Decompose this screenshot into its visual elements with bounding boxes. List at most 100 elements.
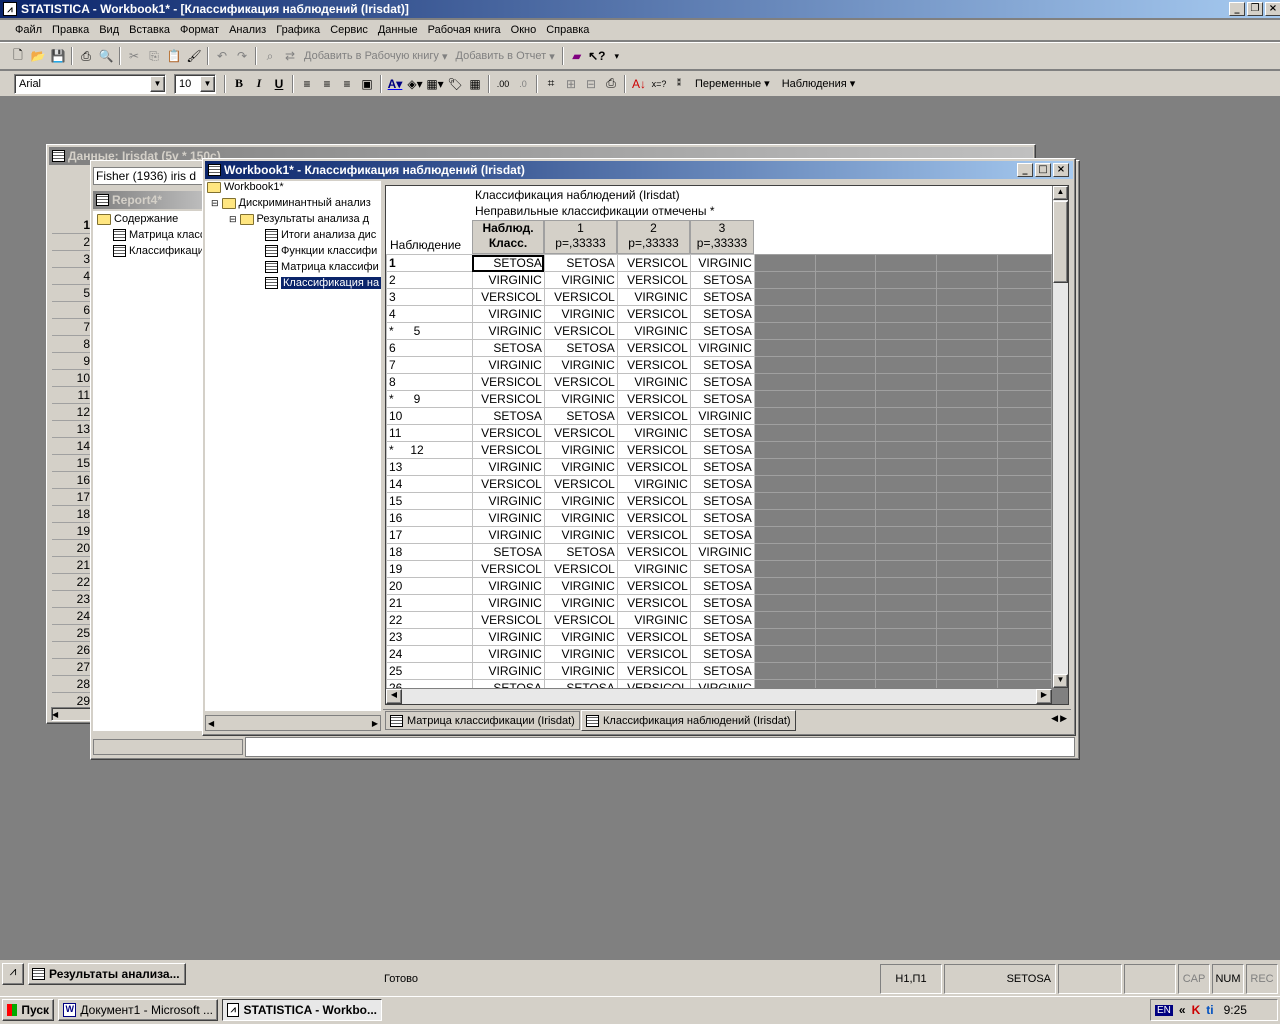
menu-workbook[interactable]: Рабочая книга xyxy=(423,24,506,36)
col-header-1[interactable]: 1 p=,33333 xyxy=(544,220,617,254)
empty-cell[interactable] xyxy=(753,339,816,357)
row-label[interactable]: 25 xyxy=(386,662,473,680)
table-cell[interactable]: VIRGINIC xyxy=(543,628,618,646)
table-cell[interactable]: VERSICOL xyxy=(616,509,691,527)
spreadsheet[interactable]: Наблюдение Классификация наблюдений (Iri… xyxy=(385,185,1069,705)
tree-summary[interactable]: Итоги анализа дис xyxy=(265,229,376,241)
empty-cell[interactable] xyxy=(814,560,877,578)
empty-cell[interactable] xyxy=(875,441,938,459)
row-label[interactable]: 13 xyxy=(386,458,473,476)
data-row-header[interactable]: 4 xyxy=(52,268,94,285)
empty-cell[interactable] xyxy=(997,611,1052,629)
row-label[interactable]: 1 xyxy=(386,254,473,272)
table-cell[interactable]: SETOSA xyxy=(689,322,755,340)
data-row-header[interactable]: 2 xyxy=(52,234,94,251)
tree-classification-selected[interactable]: Классификация на xyxy=(265,277,382,289)
empty-cell[interactable] xyxy=(997,441,1052,459)
empty-cell[interactable] xyxy=(936,458,999,476)
empty-cell[interactable] xyxy=(875,662,938,680)
empty-cell[interactable] xyxy=(753,271,816,289)
data-row-header[interactable]: 11 xyxy=(52,387,94,404)
row-label[interactable]: 11 xyxy=(386,424,473,442)
table-cell[interactable]: SETOSA xyxy=(689,560,755,578)
collapse-icon[interactable]: ⊟ xyxy=(211,198,219,209)
data-row-header[interactable]: 26 xyxy=(52,642,94,659)
tree-functions[interactable]: Функции классифи xyxy=(265,245,377,257)
empty-cell[interactable] xyxy=(814,407,877,425)
data-row-header[interactable]: 8 xyxy=(52,336,94,353)
table-cell[interactable]: SETOSA xyxy=(471,339,545,357)
minimize-button[interactable]: _ xyxy=(1229,2,1245,16)
table-cell[interactable]: VERSICOL xyxy=(471,390,545,408)
table-cell[interactable]: VIRGINIC xyxy=(543,492,618,510)
add-to-workbook-button[interactable]: Добавить в Рабочую книгу ▾ xyxy=(300,46,452,66)
empty-cell[interactable] xyxy=(997,339,1052,357)
empty-cell[interactable] xyxy=(814,254,877,272)
table-cell[interactable]: VIRGINIC xyxy=(471,662,545,680)
table-cell[interactable]: VIRGINIC xyxy=(689,407,755,425)
table-cell[interactable]: VERSICOL xyxy=(471,611,545,629)
empty-cell[interactable] xyxy=(814,509,877,527)
collapse-icon[interactable]: ⊟ xyxy=(229,214,237,225)
table-cell[interactable]: VERSICOL xyxy=(616,339,691,357)
empty-cell[interactable] xyxy=(753,611,816,629)
empty-cell[interactable] xyxy=(875,645,938,663)
empty-cell[interactable] xyxy=(936,254,999,272)
data-row-header[interactable]: 5 xyxy=(52,285,94,302)
empty-cell[interactable] xyxy=(814,424,877,442)
table-cell[interactable]: VIRGINIC xyxy=(689,543,755,561)
table-cell[interactable]: VERSICOL xyxy=(471,441,545,459)
table-cell[interactable]: VIRGINIC xyxy=(689,254,755,272)
empty-cell[interactable] xyxy=(875,322,938,340)
menu-insert[interactable]: Вставка xyxy=(124,24,175,36)
empty-cell[interactable] xyxy=(875,475,938,493)
row-label[interactable]: * 12 xyxy=(386,441,473,459)
menu-data[interactable]: Данные xyxy=(373,24,423,36)
table-cell[interactable]: VERSICOL xyxy=(471,560,545,578)
empty-cell[interactable] xyxy=(997,628,1052,646)
empty-cell[interactable] xyxy=(936,305,999,323)
empty-cell[interactable] xyxy=(875,509,938,527)
empty-cell[interactable] xyxy=(814,339,877,357)
table-cell[interactable]: VERSICOL xyxy=(616,645,691,663)
size-dropdown-icon[interactable]: ▼ xyxy=(200,75,215,92)
empty-cell[interactable] xyxy=(936,356,999,374)
bold-button[interactable]: B xyxy=(229,74,249,94)
empty-cell[interactable] xyxy=(997,271,1052,289)
row-label[interactable]: 7 xyxy=(386,356,473,374)
table-cell[interactable]: VIRGINIC xyxy=(543,458,618,476)
table-cell[interactable]: VERSICOL xyxy=(616,594,691,612)
cut-icon[interactable]: ✂ xyxy=(124,46,144,66)
table-cell[interactable]: SETOSA xyxy=(689,390,755,408)
data-row-header[interactable]: 27 xyxy=(52,659,94,676)
table-cell[interactable]: SETOSA xyxy=(689,662,755,680)
table-cell[interactable]: SETOSA xyxy=(689,509,755,527)
table-cell[interactable]: VERSICOL xyxy=(616,271,691,289)
replace-icon[interactable]: ⇄ xyxy=(280,46,300,66)
borders-icon[interactable]: ▦▾ xyxy=(425,74,445,94)
empty-cell[interactable] xyxy=(753,509,816,527)
table-cell[interactable]: VIRGINIC xyxy=(543,390,618,408)
table-cell[interactable]: VERSICOL xyxy=(543,475,618,493)
empty-cell[interactable] xyxy=(814,645,877,663)
row-label[interactable]: 19 xyxy=(386,560,473,578)
table-cell[interactable]: VERSICOL xyxy=(616,662,691,680)
empty-cell[interactable] xyxy=(875,594,938,612)
scroll-left-icon[interactable]: ◀ xyxy=(386,689,402,704)
empty-cell[interactable] xyxy=(997,492,1052,510)
table-cell[interactable]: SETOSA xyxy=(543,543,618,561)
empty-cell[interactable] xyxy=(997,322,1052,340)
empty-cell[interactable] xyxy=(936,339,999,357)
table-cell[interactable]: VERSICOL xyxy=(471,288,545,306)
cases-menu-button[interactable]: Наблюдения ▾ xyxy=(776,74,862,94)
workbook-minimize-button[interactable]: _ xyxy=(1017,163,1033,177)
empty-cell[interactable] xyxy=(753,577,816,595)
empty-cell[interactable] xyxy=(936,271,999,289)
data-row-header[interactable]: 12 xyxy=(52,404,94,421)
table-cell[interactable]: VIRGINIC xyxy=(543,271,618,289)
row-label[interactable]: 22 xyxy=(386,611,473,629)
empty-cell[interactable] xyxy=(936,288,999,306)
table-cell[interactable]: VERSICOL xyxy=(543,322,618,340)
data-row-header[interactable]: 19 xyxy=(52,523,94,540)
table-cell[interactable]: VERSICOL xyxy=(616,543,691,561)
